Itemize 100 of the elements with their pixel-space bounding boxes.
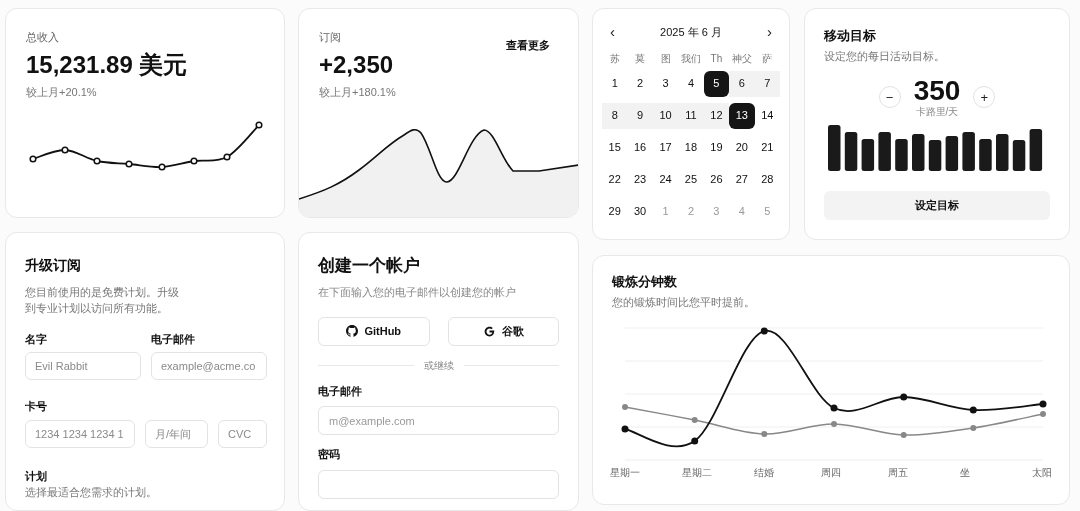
field-label: 电子邮件 [151,331,196,347]
data-point [1039,400,1047,408]
data-point [622,404,628,410]
calendar-day[interactable]: 7 [754,70,780,97]
bar [996,134,1009,171]
change-text: 较上月+20.1% [26,84,98,100]
calendar-day[interactable]: 2 [627,70,653,97]
github-button[interactable]: GitHub [318,316,430,346]
card-number-field[interactable]: 1234 1234 1234 1 [25,419,135,448]
data-point [691,417,698,423]
card-description: 您目前使用的是免费计划。升级到专业计划以访问所有功能。 [25,284,180,316]
password-field[interactable] [318,469,559,499]
calendar-day[interactable]: 28 [754,166,780,193]
email-field[interactable]: example@acme.co [151,352,267,381]
calendar-day[interactable]: 21 [754,134,780,161]
google-icon [482,324,496,338]
calendar-day[interactable]: 26 [703,166,730,193]
calendar-day[interactable]: 9 [627,102,653,129]
bar [844,132,858,171]
view-more-link[interactable]: 查看更多 [506,37,550,54]
axis-label: 星期一 [610,466,641,480]
data-point [1040,411,1046,417]
bar [912,134,925,171]
set-goal-button[interactable]: 设定目标 [824,191,1050,220]
email-field[interactable]: m@example.com [318,406,559,436]
calendar-day[interactable]: 24 [652,166,679,193]
data-point [125,160,133,168]
previous-month-button[interactable]: ‹ [610,21,615,44]
card-title: 创建一个帐户 [318,254,421,277]
card-title: 升级订阅 [25,255,82,275]
bar [861,139,875,171]
calendar-day[interactable]: 15 [602,134,628,161]
calendar-day[interactable]: 19 [703,134,730,161]
axis-label: 太阳 [1031,466,1052,480]
data-point [760,327,768,335]
axis-label: 结婚 [753,466,775,480]
card-description: 设定您的每日活动目标。 [824,48,946,64]
name-field[interactable]: Evil Rabbit [25,352,141,381]
next-month-button[interactable]: › [767,21,772,44]
calendar-day[interactable]: 12 [703,102,730,129]
calendar-day[interactable]: 3 [652,70,679,97]
calendar-day[interactable]: 25 [678,166,704,193]
data-point [970,425,977,431]
calendar-day[interactable]: 13 [729,102,755,129]
calendar-day[interactable]: 29 [602,198,628,225]
data-point [900,393,908,401]
bar [1012,140,1026,171]
google-button[interactable]: 谷歌 [447,316,559,346]
calendar-day[interactable]: 27 [729,166,755,193]
field-label: 电子邮件 [318,383,363,399]
goal-unit: 卡路里/天 [915,107,959,117]
calendar-day[interactable]: 17 [652,134,679,161]
calendar-day[interactable]: 10 [652,102,679,129]
calendar-day[interactable]: 20 [729,134,755,161]
data-point [969,406,977,414]
weekday-label: 苏 [608,51,621,66]
calendar-day[interactable]: 22 [602,166,628,193]
calendar-day[interactable]: 23 [627,166,653,193]
calendar-day[interactable]: 11 [678,102,704,129]
weekday-label: 神父 [730,51,753,66]
data-point [900,432,907,438]
data-point [831,421,837,427]
calendar-day[interactable]: 5 [703,70,730,97]
calendar-day[interactable]: 8 [602,102,628,129]
calendar-day[interactable]: 30 [627,198,653,225]
data-point [255,121,263,129]
calendar-day[interactable]: 16 [627,134,653,161]
bar [962,132,975,171]
field-label: 密码 [318,447,341,463]
axis-label: 星期二 [681,466,713,480]
bar [1029,129,1043,171]
data-point [93,157,101,165]
goal-value: 350 [913,75,961,106]
bar [828,125,841,171]
data-point [761,431,768,437]
calendar-day[interactable]: 1 [602,70,628,97]
card-description: 在下面输入您的电子邮件以创建您的帐户 [318,285,517,301]
cvc-field[interactable]: CVC [218,419,267,448]
revenue-value: 15,231.89 美元 [26,49,189,80]
card-label: 总收入 [26,30,60,45]
data-point [61,146,69,154]
calendar-day[interactable]: 14 [754,102,780,129]
month-title: 2025 年 6 月 [660,25,722,40]
weekday-label: Th [709,51,724,66]
weekday-label: 图 [659,51,672,66]
change-text: 较上月+180.1% [319,84,396,100]
card-title: 移动目标 [824,27,877,45]
card-description: 您的锻炼时间比您平时提前。 [612,294,756,310]
field-label: 计划 [25,468,48,484]
expiry-field[interactable]: 月/年间 [145,419,208,448]
calendar-day[interactable]: 6 [729,70,755,97]
data-point [223,153,231,161]
data-point [691,437,699,445]
axis-label: 坐 [959,466,971,480]
field-description: 选择最适合您需求的计划。 [25,485,158,501]
calendar-day[interactable]: 4 [678,70,704,97]
subscriptions-value: +2,350 [319,49,395,80]
bar [945,136,959,171]
data-point [29,155,37,163]
calendar-day[interactable]: 18 [678,134,704,161]
